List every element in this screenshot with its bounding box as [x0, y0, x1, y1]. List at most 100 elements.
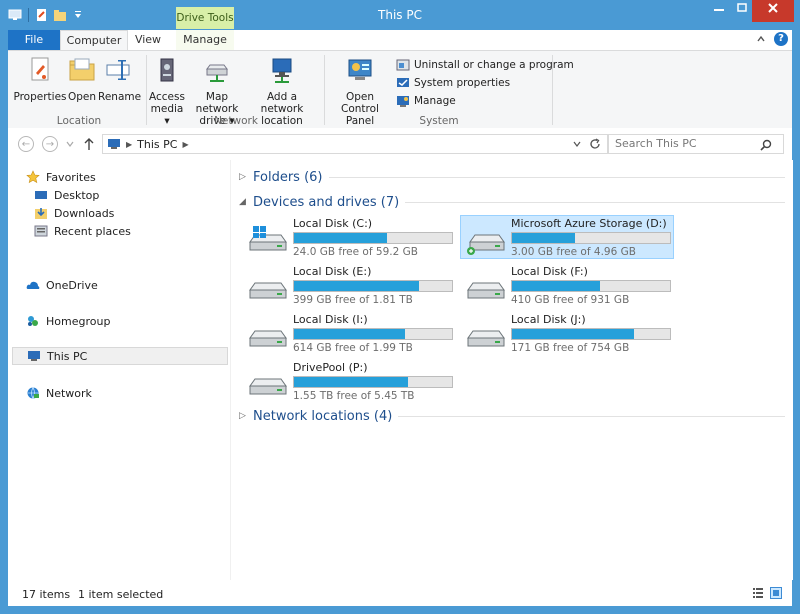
- manage-button[interactable]: Manage: [396, 93, 456, 109]
- drive-name: Local Disk (I:): [293, 313, 368, 326]
- drive-name: Local Disk (J:): [511, 313, 586, 326]
- drive-usage-bar: [511, 280, 671, 292]
- nav-recent-label: Recent places: [54, 224, 131, 238]
- maximize-button[interactable]: [732, 0, 752, 22]
- search-input[interactable]: Search This PC: [608, 134, 784, 154]
- nav-recent-places[interactable]: Recent places: [34, 222, 131, 240]
- breadcrumb-this-pc[interactable]: This PC: [137, 138, 177, 151]
- breadcrumb-separator[interactable]: ▶: [182, 140, 188, 149]
- drive-free-space: 399 GB free of 1.81 TB: [293, 294, 413, 306]
- drive-usage-fill: [294, 281, 419, 291]
- properties-icon: [31, 57, 49, 81]
- ribbon: Properties Open Rename Location Access m…: [8, 50, 792, 130]
- nav-downloads[interactable]: Downloads: [34, 204, 114, 222]
- drive-free-space: 410 GB free of 931 GB: [511, 294, 630, 306]
- tab-manage[interactable]: Manage: [176, 30, 234, 50]
- drive-name: DrivePool (P:): [293, 361, 368, 374]
- drive-usage-fill: [512, 329, 634, 339]
- drive-usage-fill: [512, 233, 576, 243]
- title-bar: Drive Tools This PC: [0, 0, 800, 30]
- drive-usage-bar: [293, 232, 453, 244]
- forward-button[interactable]: →: [42, 136, 58, 152]
- drive-item[interactable]: Local Disk (I:) 614 GB free of 1.99 TB: [243, 312, 455, 354]
- properties-button[interactable]: Properties: [12, 55, 68, 103]
- section-divider: [398, 415, 785, 417]
- content-pane: ▷ Folders (6) ◢ Devices and drives (7) L…: [230, 160, 793, 580]
- nav-network[interactable]: Network: [26, 384, 92, 402]
- open-button[interactable]: Open: [66, 55, 98, 103]
- devices-header-label: Devices and drives (7): [253, 194, 400, 210]
- drive-free-space: 1.55 TB free of 5.45 TB: [293, 390, 415, 402]
- drive-usage-bar: [293, 328, 453, 340]
- drive-item[interactable]: Local Disk (E:) 399 GB free of 1.81 TB: [243, 264, 455, 306]
- network-location-icon: [272, 58, 292, 83]
- nav-favorites[interactable]: Favorites: [26, 168, 96, 186]
- refresh-icon[interactable]: [589, 138, 601, 150]
- address-dropdown-icon[interactable]: [573, 141, 581, 147]
- nav-onedrive-label: OneDrive: [46, 278, 98, 292]
- drive-item[interactable]: Local Disk (C:) 24.0 GB free of 59.2 GB: [243, 216, 455, 258]
- tab-computer[interactable]: Computer: [60, 30, 128, 52]
- tab-view[interactable]: View: [128, 30, 168, 50]
- back-button[interactable]: ←: [18, 136, 34, 152]
- properties-label: Properties: [13, 91, 67, 103]
- drive-item[interactable]: Local Disk (J:) 171 GB free of 754 GB: [461, 312, 673, 354]
- system-properties-icon: [397, 78, 409, 87]
- nav-homegroup[interactable]: Homegroup: [26, 312, 110, 330]
- devices-group-header[interactable]: ◢ Devices and drives (7): [239, 193, 785, 211]
- status-bar: 17 items 1 item selected: [8, 580, 792, 606]
- breadcrumb-separator[interactable]: ▶: [126, 140, 132, 149]
- ribbon-right-controls: ?: [756, 32, 788, 46]
- downloads-icon: [35, 208, 47, 219]
- nav-network-label: Network: [46, 386, 92, 400]
- uninstall-program-button[interactable]: Uninstall or change a program: [396, 57, 574, 73]
- network-drive-icon: [467, 234, 505, 255]
- tab-file[interactable]: File: [8, 30, 60, 50]
- nav-downloads-label: Downloads: [54, 206, 115, 220]
- group-location-label: Location: [56, 115, 102, 127]
- drive-item[interactable]: Local Disk (F:) 410 GB free of 931 GB: [461, 264, 673, 306]
- nav-onedrive[interactable]: OneDrive: [26, 276, 98, 294]
- system-drive-icon: [249, 226, 287, 251]
- drive-name: Local Disk (F:): [511, 265, 588, 278]
- manage-label: Manage: [414, 95, 456, 107]
- explorer-window: Drive Tools This PC File Computer View M…: [0, 0, 800, 614]
- drive-item-selected[interactable]: Microsoft Azure Storage (D:) 3.00 GB fre…: [460, 215, 674, 259]
- folders-group-header[interactable]: ▷ Folders (6): [239, 168, 785, 186]
- close-button[interactable]: [752, 0, 794, 22]
- add-location-label-1: Add a network: [260, 91, 304, 115]
- star-icon: [26, 170, 40, 184]
- group-separator: [146, 55, 147, 125]
- collapse-ribbon-icon[interactable]: [756, 34, 766, 44]
- details-view-icon[interactable]: [752, 587, 764, 599]
- search-icon[interactable]: [760, 139, 772, 151]
- system-properties-button[interactable]: System properties: [396, 75, 510, 91]
- nav-this-pc[interactable]: This PC: [12, 347, 228, 365]
- up-arrow-icon[interactable]: [84, 137, 94, 151]
- minimize-button[interactable]: [706, 0, 732, 22]
- recent-locations-icon[interactable]: [66, 141, 74, 147]
- drive-usage-bar: [511, 232, 671, 244]
- rename-button[interactable]: Rename: [98, 55, 142, 103]
- minimize-icon: [714, 9, 724, 11]
- drive-usage-fill: [294, 377, 408, 387]
- ribbon-tabs: File Computer View Manage ?: [8, 30, 792, 52]
- network-locations-group-header[interactable]: ▷ Network locations (4): [239, 407, 785, 425]
- drive-free-space: 3.00 GB free of 4.96 GB: [511, 246, 636, 258]
- address-field[interactable]: ▶ This PC ▶: [102, 134, 608, 154]
- this-pc-address-icon: [108, 139, 120, 149]
- drive-free-space: 171 GB free of 754 GB: [511, 342, 630, 354]
- network-icon: [27, 387, 39, 399]
- desktop-icon: [35, 191, 47, 199]
- rename-label: Rename: [98, 91, 142, 103]
- nav-desktop[interactable]: Desktop: [34, 186, 99, 204]
- network-drive-icon: [206, 64, 228, 82]
- onedrive-cloud-icon: [26, 281, 40, 289]
- navigation-pane: Favorites Desktop Downloads Recent place…: [8, 160, 230, 580]
- section-divider: [328, 176, 785, 178]
- large-icons-view-icon[interactable]: [770, 587, 782, 599]
- help-icon[interactable]: ?: [774, 32, 788, 46]
- close-icon: [768, 3, 778, 13]
- hard-drive-icon: [467, 330, 505, 347]
- drive-item[interactable]: DrivePool (P:) 1.55 TB free of 5.45 TB: [243, 360, 455, 402]
